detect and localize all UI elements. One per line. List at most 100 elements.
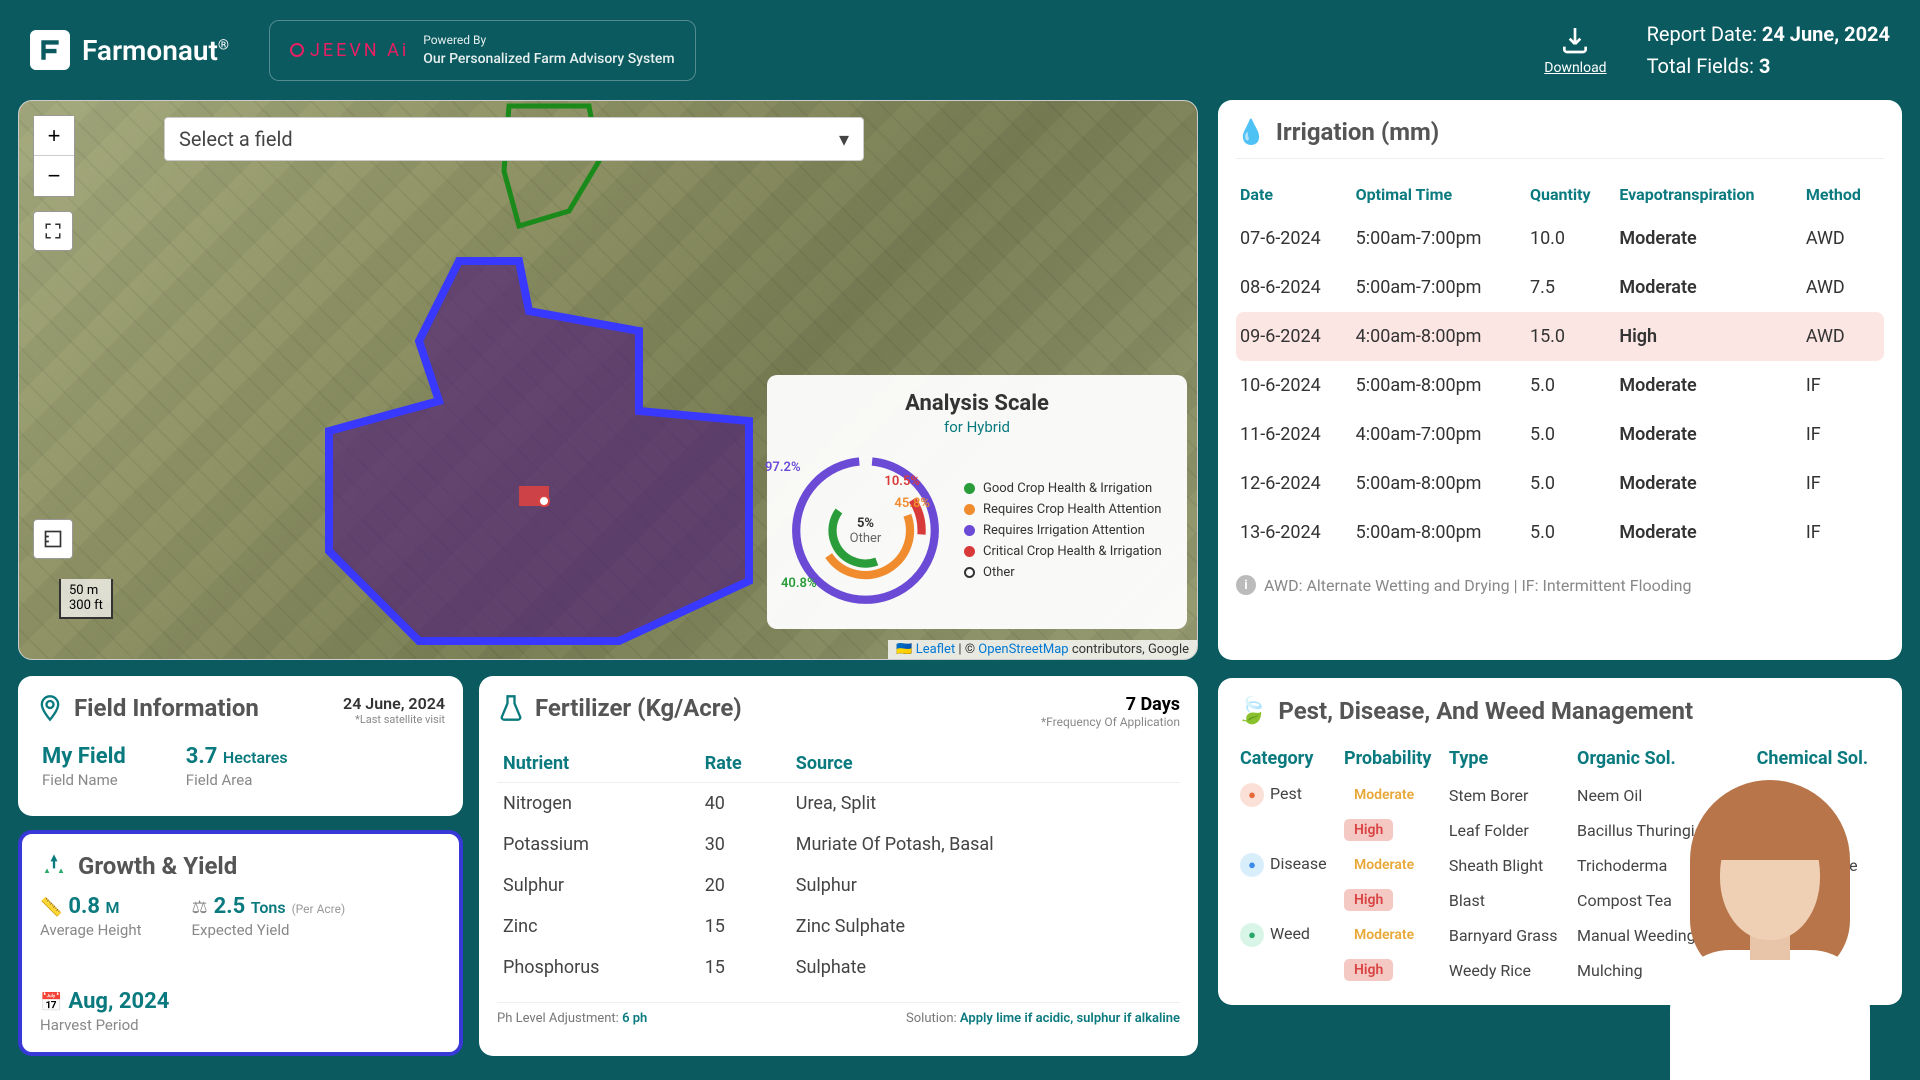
field-info-date: 24 June, 2024 — [343, 694, 445, 713]
irr-row: 13-6-20245:00am-8:00pm5.0ModerateIF — [1236, 508, 1884, 557]
irr-cell: 5:00am-8:00pm — [1352, 508, 1526, 557]
probability-badge: High — [1344, 889, 1393, 911]
irr-cell: 15.0 — [1526, 312, 1615, 361]
irr-cell: 4:00am-8:00pm — [1352, 312, 1526, 361]
irr-method-cell: AWD — [1802, 312, 1884, 361]
pest-prob-cell: High — [1340, 953, 1445, 987]
pest-cell: Weedy Rice — [1445, 953, 1573, 987]
map-panel[interactable]: + − Select a field ▾ 50 m 300 ft 🇺🇦 Leaf… — [18, 100, 1198, 660]
field-name-label: Field Name — [42, 771, 126, 789]
probability-badge: High — [1344, 819, 1393, 841]
irr-cell: 08-6-2024 — [1236, 263, 1352, 312]
harvest-period-label: Harvest Period — [40, 1016, 441, 1034]
probability-badge: High — [1344, 959, 1393, 981]
irr-cell: 5:00am-7:00pm — [1352, 263, 1526, 312]
field-boundary — [319, 251, 759, 651]
irrigation-title: Irrigation (mm) — [1276, 118, 1439, 146]
field-area-label: Field Area — [186, 771, 288, 789]
pest-category-cell: ●Weed — [1236, 917, 1340, 953]
analysis-scale-panel: Analysis Scale for Hybrid 5% Other — [767, 375, 1187, 629]
report-info: Report Date: 24 June, 2024 Total Fields:… — [1647, 18, 1890, 82]
irr-cell: 13-6-2024 — [1236, 508, 1352, 557]
jeevn-circle-icon — [290, 43, 304, 57]
fert-header-cell: Source — [790, 745, 1180, 783]
pest-prob-cell: High — [1340, 813, 1445, 847]
irr-row: 09-6-20244:00am-8:00pm15.0HighAWD — [1236, 312, 1884, 361]
pest-prob-cell: Moderate — [1340, 777, 1445, 813]
pest-prob-cell: High — [1340, 883, 1445, 917]
pest-prob-cell: Moderate — [1340, 847, 1445, 883]
pest-header-cell: Category — [1236, 740, 1340, 777]
irr-method-cell: IF — [1802, 410, 1884, 459]
fert-cell: Urea, Split — [790, 783, 1180, 825]
irr-row: 11-6-20244:00am-7:00pm5.0ModerateIF — [1236, 410, 1884, 459]
pest-prob-cell: Moderate — [1340, 917, 1445, 953]
irr-et-cell: Moderate — [1615, 214, 1801, 263]
pest-category-cell: ●Pest — [1236, 777, 1340, 813]
pest-header-cell: Chemical Sol. — [1753, 740, 1884, 777]
field-selector-dropdown[interactable]: Select a field ▾ — [164, 117, 864, 161]
legend-text: Critical Crop Health & Irrigation — [983, 544, 1162, 559]
irr-cell: 5:00am-8:00pm — [1352, 361, 1526, 410]
pest-header-cell: Organic Sol. — [1573, 740, 1753, 777]
fertilizer-frequency-sub: *Frequency Of Application — [1041, 715, 1180, 729]
pest-cell: Stem Borer — [1445, 777, 1573, 813]
irr-cell: 5.0 — [1526, 361, 1615, 410]
growth-icon — [40, 852, 68, 880]
probability-badge: Moderate — [1344, 784, 1424, 806]
brand-name: Farmonaut® — [82, 34, 229, 67]
fert-cell: Potassium — [497, 824, 699, 865]
osm-link[interactable]: OpenStreetMap — [978, 642, 1068, 657]
legend-item: Good Crop Health & Irrigation — [964, 481, 1162, 496]
irrigation-table: DateOptimal TimeQuantityEvapotranspirati… — [1236, 175, 1884, 557]
fert-row: Phosphorus15Sulphate — [497, 947, 1180, 988]
legend-dot — [964, 567, 975, 578]
legend-item: Requires Crop Health Attention — [964, 502, 1162, 517]
calendar-icon: 📅 — [40, 992, 62, 1013]
pest-title: Pest, Disease, And Weed Management — [1278, 697, 1693, 725]
fullscreen-button[interactable] — [33, 211, 73, 251]
irr-cell: 09-6-2024 — [1236, 312, 1352, 361]
irr-cell: 11-6-2024 — [1236, 410, 1352, 459]
irrigation-footer: i AWD: Alternate Wetting and Drying | IF… — [1236, 575, 1884, 595]
pest-category-cell: ●Disease — [1236, 847, 1340, 883]
leaflet-link[interactable]: Leaflet — [916, 642, 956, 657]
legend-text: Requires Irrigation Attention — [983, 523, 1145, 538]
fert-row: Zinc15Zinc Sulphate — [497, 906, 1180, 947]
pest-category-cell — [1236, 953, 1340, 987]
fert-cell: Sulphur — [497, 865, 699, 906]
fertilizer-title: Fertilizer (Kg/Acre) — [535, 694, 742, 722]
pest-cell: Sheath Blight — [1445, 847, 1573, 883]
measure-button[interactable] — [33, 519, 73, 559]
legend-item: Other — [964, 565, 1162, 580]
irr-header-cell: Date — [1236, 175, 1352, 214]
irr-et-cell: Moderate — [1615, 361, 1801, 410]
irr-row: 10-6-20245:00am-8:00pm5.0ModerateIF — [1236, 361, 1884, 410]
pest-cell: Leaf Folder — [1445, 813, 1573, 847]
field-name-value: My Field — [42, 744, 126, 769]
download-icon — [1559, 24, 1591, 56]
chevron-down-icon: ▾ — [839, 127, 849, 151]
fert-row: Nitrogen40Urea, Split — [497, 783, 1180, 825]
analysis-legend: Good Crop Health & Irrigation Requires Cr… — [964, 475, 1162, 586]
irrigation-icon: 💧 — [1236, 118, 1266, 146]
fert-cell: Phosphorus — [497, 947, 699, 988]
info-icon: i — [1236, 575, 1256, 595]
zoom-out-button[interactable]: − — [34, 156, 74, 196]
irr-cell: 5:00am-8:00pm — [1352, 459, 1526, 508]
irr-method-cell: IF — [1802, 459, 1884, 508]
download-button[interactable]: Download — [1544, 24, 1606, 76]
fert-cell: 20 — [699, 865, 790, 906]
probability-badge: Moderate — [1344, 854, 1424, 876]
flask-icon — [497, 694, 525, 722]
jeevn-logo: JEEVN Ai — [290, 40, 409, 61]
pest-category-icon: ● — [1240, 853, 1264, 877]
fert-cell: Sulphate — [790, 947, 1180, 988]
expected-yield-label: Expected Yield — [191, 921, 345, 939]
assistant-avatar — [1660, 790, 1880, 1080]
fert-cell: 40 — [699, 783, 790, 825]
zoom-in-button[interactable]: + — [34, 116, 74, 156]
avg-height-label: Average Height — [40, 921, 141, 939]
fertilizer-card: Fertilizer (Kg/Acre) 7 Days *Frequency O… — [479, 676, 1198, 1056]
irr-row: 12-6-20245:00am-8:00pm5.0ModerateIF — [1236, 459, 1884, 508]
